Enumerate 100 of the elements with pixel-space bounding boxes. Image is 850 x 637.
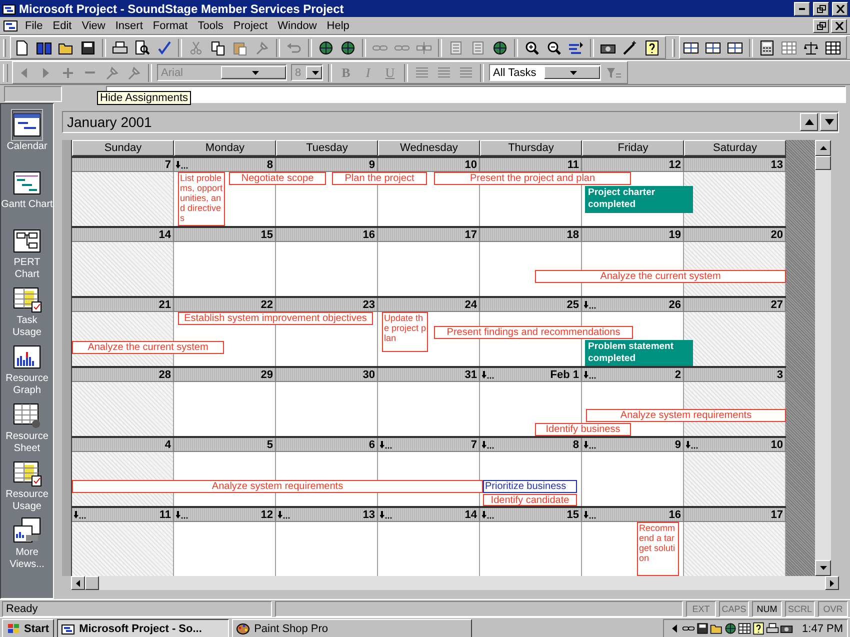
printer-icon[interactable] <box>766 622 780 635</box>
align-center-icon <box>436 64 452 80</box>
taskbar-button[interactable]: Microsoft Project - So... <box>57 619 230 637</box>
task-bar[interactable]: Update the project plan <box>382 312 428 352</box>
day-number: 2 <box>674 368 681 380</box>
day-number: 27 <box>770 298 783 310</box>
view-bar-item[interactable]: Resource Sheet <box>1 400 53 455</box>
task-bar[interactable]: Identify business <box>535 423 631 436</box>
day-number: 25 <box>566 298 579 310</box>
day-number: 12 <box>668 158 681 170</box>
more-tasks-icon[interactable] <box>686 440 698 448</box>
view-bar-item[interactable]: Resource Usage <box>1 458 53 513</box>
more-tasks-icon[interactable] <box>584 370 596 378</box>
task-bar[interactable]: Analyze system requirements <box>586 409 786 422</box>
task-bar[interactable]: Negotiate scope <box>229 172 326 185</box>
menu-item[interactable]: Tools <box>194 20 228 32</box>
more-tasks-icon[interactable] <box>380 440 392 448</box>
spelling-icon <box>156 40 172 56</box>
menu-item[interactable]: Edit <box>48 20 76 32</box>
task-bar[interactable]: Identify candidate <box>483 494 577 506</box>
day-number: 11 <box>159 508 171 520</box>
filter-field[interactable]: All Tasks <box>489 64 601 81</box>
maximize-button[interactable] <box>813 2 829 16</box>
down-triangle-icon <box>824 119 834 125</box>
day-number: 15 <box>260 228 273 240</box>
status-indicator: OVR <box>818 600 848 616</box>
day-number: 29 <box>260 368 273 380</box>
calculator-icon <box>759 40 775 56</box>
previous-month-button[interactable] <box>800 113 818 131</box>
task-bar[interactable]: Prioritize business <box>483 480 577 493</box>
scroll-left-icon[interactable] <box>76 580 80 586</box>
milestone-bar[interactable]: Problem statement completed <box>585 340 693 366</box>
view-bar-item[interactable]: Task Usage <box>1 284 53 339</box>
view-bar-item[interactable]: Resource Graph <box>1 342 53 397</box>
minimize-button[interactable] <box>794 2 810 16</box>
task-bar[interactable]: List problems, opportunities, and directives <box>178 172 225 226</box>
more-tasks-icon[interactable] <box>482 440 494 448</box>
more-tasks-icon[interactable] <box>584 300 596 308</box>
view-bar-item[interactable]: PERT Chart <box>1 226 53 281</box>
start-button[interactable]: Start <box>2 619 54 637</box>
zoom-in-icon <box>524 40 540 56</box>
task-bar[interactable]: Plan the project <box>332 172 427 185</box>
menu-item[interactable]: Project <box>229 20 272 32</box>
scroll-right-icon[interactable] <box>830 580 834 586</box>
menu-item[interactable]: Window <box>274 20 321 32</box>
wand-icon <box>622 40 638 56</box>
more-tasks-icon[interactable] <box>482 510 494 518</box>
menu-item[interactable]: View <box>78 20 110 32</box>
scroll-thumb[interactable] <box>815 156 831 170</box>
view-bar-item[interactable]: More Views... <box>1 516 53 571</box>
weekday-header: Monday <box>174 140 276 156</box>
vertical-scrollbar[interactable] <box>815 140 831 576</box>
menu-item[interactable]: File <box>21 20 47 32</box>
day-number: 14 <box>464 508 477 520</box>
day-number: 10 <box>464 158 477 170</box>
menu-item[interactable]: Insert <box>111 20 147 32</box>
task-bar[interactable]: Analyze the current system <box>535 270 786 283</box>
more-tasks-icon[interactable] <box>278 510 290 518</box>
more-tasks-icon[interactable] <box>176 160 188 168</box>
task-bar[interactable]: Analyze the current system <box>72 341 224 354</box>
document-icon[interactable] <box>3 18 19 32</box>
next-month-button[interactable] <box>820 113 838 131</box>
day-number: 13 <box>770 158 783 170</box>
task-bar[interactable]: Present findings and recommendations <box>434 326 633 339</box>
more-tasks-icon[interactable] <box>176 510 188 518</box>
more-tasks-icon[interactable] <box>482 370 494 378</box>
task-bar[interactable]: Establish system improvement objectives <box>178 312 373 325</box>
close-button[interactable] <box>832 2 848 16</box>
more-tasks-icon[interactable] <box>584 510 596 518</box>
taskbar-button[interactable]: Paint Shop Pro <box>232 619 472 637</box>
globe-icon[interactable] <box>724 622 738 635</box>
app-icon <box>2 2 16 16</box>
day-number: 13 <box>362 508 375 520</box>
more-tasks-icon[interactable] <box>380 510 392 518</box>
status-indicator: CAPS <box>719 600 749 616</box>
scroll-up-icon[interactable] <box>820 146 826 150</box>
day-number: 19 <box>668 228 681 240</box>
close-document-button[interactable] <box>831 18 847 32</box>
scroll-down-icon[interactable] <box>820 566 826 570</box>
task-bar[interactable]: Recommend a target solution <box>637 522 679 576</box>
menu-item[interactable]: Help <box>322 20 354 32</box>
horizontal-scrollbar[interactable] <box>71 576 839 590</box>
task-bar[interactable]: Analyze system requirements <box>72 480 483 493</box>
task-bar[interactable]: Present the project and plan <box>434 172 631 185</box>
status-indicator: SCRL <box>785 600 815 616</box>
milestone-bar[interactable]: Project charter completed <box>585 186 693 213</box>
day-number: 17 <box>464 228 477 240</box>
save-icon <box>80 40 96 56</box>
align-right-icon <box>458 64 474 80</box>
view-bar-item[interactable]: Gantt Chart <box>1 168 53 223</box>
day-number: 24 <box>464 298 477 310</box>
pane-icon <box>705 40 721 56</box>
view-bar-item[interactable]: Calendar <box>1 110 53 165</box>
day-number: 30 <box>362 368 375 380</box>
menu-item[interactable]: Format <box>148 20 192 32</box>
more-tasks-icon[interactable] <box>74 510 86 518</box>
folder-icon[interactable] <box>710 622 724 635</box>
restore-document-button[interactable] <box>813 18 829 32</box>
more-tasks-icon[interactable] <box>584 440 596 448</box>
scroll-thumb[interactable] <box>85 576 99 590</box>
